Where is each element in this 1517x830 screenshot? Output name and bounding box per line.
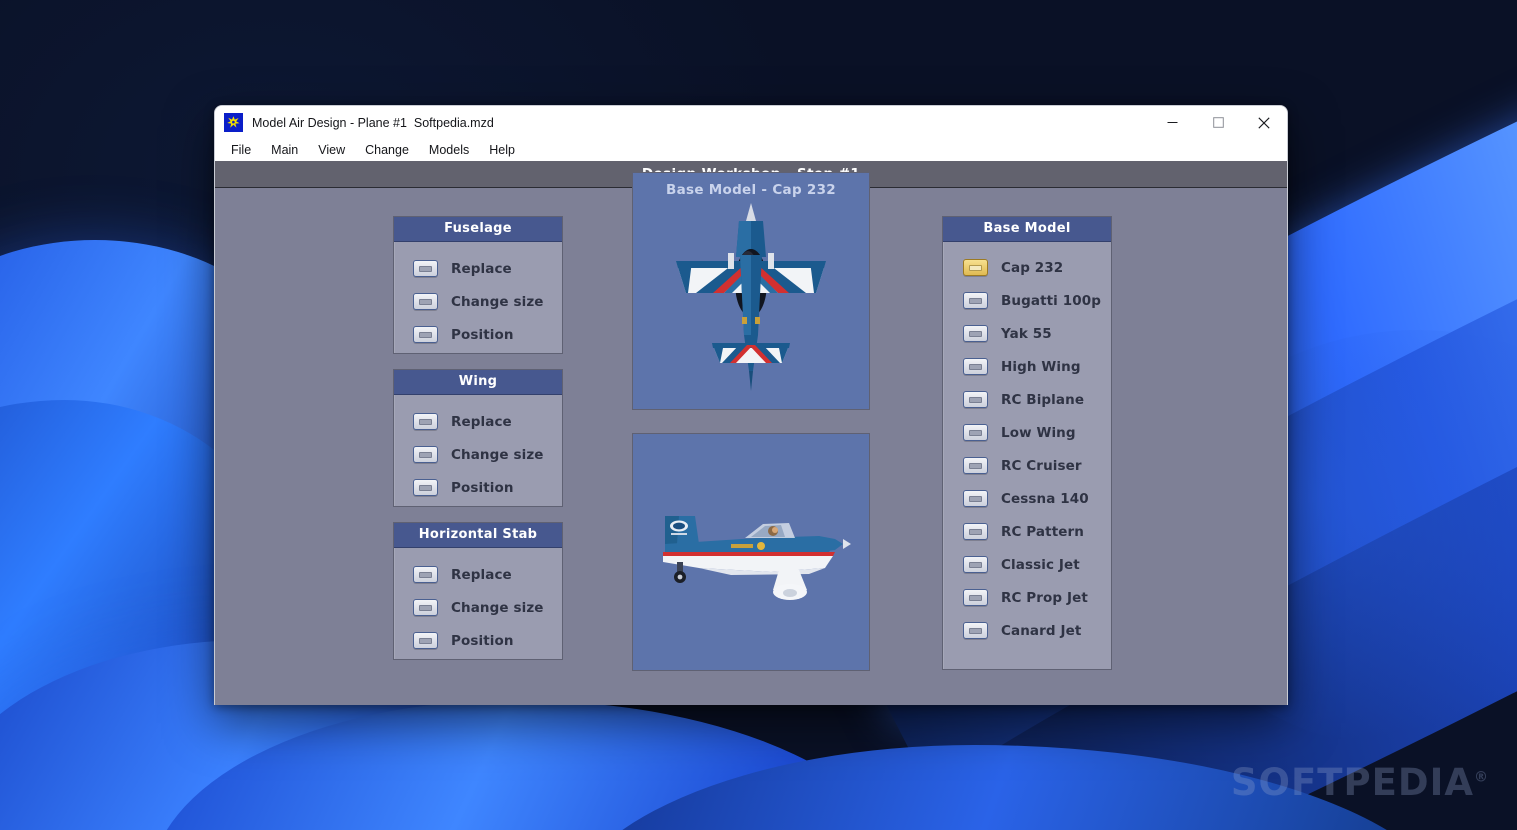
workspace: Fuselage Replace Change size Position Wi… [215, 172, 1287, 705]
option-label: Change size [451, 446, 544, 463]
list-item-label: High Wing [1001, 358, 1081, 375]
list-item-canard-jet[interactable]: Canard Jet [943, 614, 1111, 647]
fuselage-replace-row[interactable]: Replace [394, 252, 562, 285]
option-label: Change size [451, 293, 544, 310]
list-item-label: RC Biplane [1001, 391, 1085, 408]
mini-button-icon[interactable] [413, 260, 438, 277]
option-label: Replace [451, 260, 512, 277]
mini-button-icon[interactable] [413, 326, 438, 343]
airplane-icon [224, 113, 243, 132]
list-item-cap-232[interactable]: Cap 232 [943, 251, 1111, 284]
preview-top-view: Base Model - Cap 232 [632, 172, 870, 410]
mini-button-icon[interactable] [963, 391, 988, 408]
client-area: Design Workshop - Step #1 Fuselage Repla… [215, 161, 1287, 705]
fuselage-change-size-row[interactable]: Change size [394, 285, 562, 318]
mini-button-icon[interactable] [963, 457, 988, 474]
mini-button-icon[interactable] [963, 523, 988, 540]
mini-button-icon[interactable] [963, 358, 988, 375]
base-model-list-panel: Base Model Cap 232 Bugatti 100p Yak 55 H… [942, 216, 1112, 670]
application-window: Model Air Design - Plane #1 Softpedia.mz… [214, 105, 1288, 705]
base-model-list-body: Cap 232 Bugatti 100p Yak 55 High Wing RC… [943, 242, 1111, 655]
group-header-wing: Wing [394, 370, 562, 395]
menu-item-change[interactable]: Change [355, 142, 419, 159]
mini-button-icon[interactable] [963, 424, 988, 441]
list-item-cessna-140[interactable]: Cessna 140 [943, 482, 1111, 515]
mini-button-icon[interactable] [413, 293, 438, 310]
list-item-high-wing[interactable]: High Wing [943, 350, 1111, 383]
option-label: Position [451, 326, 514, 343]
list-item-rc-biplane[interactable]: RC Biplane [943, 383, 1111, 416]
fuselage-position-row[interactable]: Position [394, 318, 562, 351]
list-item-bugatti-100p[interactable]: Bugatti 100p [943, 284, 1111, 317]
mini-button-icon[interactable] [963, 556, 988, 573]
window-title: Model Air Design - Plane #1 Softpedia.mz… [252, 115, 494, 130]
wing-replace-row[interactable]: Replace [394, 405, 562, 438]
wing-position-row[interactable]: Position [394, 471, 562, 504]
title-bar: Model Air Design - Plane #1 Softpedia.mz… [215, 106, 1287, 139]
option-label: Position [451, 632, 514, 649]
plane-side-illustration [633, 434, 869, 670]
list-item-label: RC Pattern [1001, 523, 1084, 540]
hstab-change-size-row[interactable]: Change size [394, 591, 562, 624]
option-label: Change size [451, 599, 544, 616]
group-header-horizontal-stab: Horizontal Stab [394, 523, 562, 548]
option-label: Position [451, 479, 514, 496]
menu-item-help[interactable]: Help [479, 142, 525, 159]
mini-button-icon[interactable] [413, 599, 438, 616]
group-body-wing: Replace Change size Position [394, 395, 562, 514]
mini-button-icon[interactable] [963, 490, 988, 507]
menu-bar: File Main View Change Models Help [215, 139, 1287, 161]
group-panel-fuselage: Fuselage Replace Change size Position [393, 216, 563, 354]
minimize-icon[interactable] [1149, 106, 1195, 139]
group-panel-horizontal-stab: Horizontal Stab Replace Change size Posi… [393, 522, 563, 660]
mini-button-icon[interactable] [963, 589, 988, 606]
mini-button-icon[interactable] [413, 413, 438, 430]
option-label: Replace [451, 413, 512, 430]
mini-button-icon[interactable] [963, 622, 988, 639]
menu-item-view[interactable]: View [308, 142, 355, 159]
group-body-horizontal-stab: Replace Change size Position [394, 548, 562, 667]
plane-top-illustration [633, 173, 869, 409]
list-item-classic-jet[interactable]: Classic Jet [943, 548, 1111, 581]
mini-button-icon[interactable] [413, 566, 438, 583]
menu-item-file[interactable]: File [224, 142, 261, 159]
group-header-fuselage: Fuselage [394, 217, 562, 242]
hstab-position-row[interactable]: Position [394, 624, 562, 657]
mini-button-icon[interactable] [963, 259, 988, 276]
group-body-fuselage: Replace Change size Position [394, 242, 562, 361]
list-item-rc-prop-jet[interactable]: RC Prop Jet [943, 581, 1111, 614]
mini-button-icon[interactable] [413, 632, 438, 649]
group-panel-wing: Wing Replace Change size Position [393, 369, 563, 507]
close-icon[interactable] [1241, 106, 1287, 139]
wing-change-size-row[interactable]: Change size [394, 438, 562, 471]
menu-item-models[interactable]: Models [419, 142, 479, 159]
hstab-replace-row[interactable]: Replace [394, 558, 562, 591]
list-item-label: Low Wing [1001, 424, 1076, 441]
list-item-low-wing[interactable]: Low Wing [943, 416, 1111, 449]
list-item-label: Bugatti 100p [1001, 292, 1101, 309]
maximize-icon[interactable] [1195, 106, 1241, 139]
softpedia-watermark: SOFTPEDIA® [1230, 761, 1489, 804]
list-item-yak-55[interactable]: Yak 55 [943, 317, 1111, 350]
mini-button-icon[interactable] [413, 446, 438, 463]
menu-item-main[interactable]: Main [261, 142, 308, 159]
list-item-label: Yak 55 [1001, 325, 1052, 342]
list-item-label: Canard Jet [1001, 622, 1082, 639]
window-controls [1149, 106, 1287, 139]
preview-side-view [632, 433, 870, 671]
list-item-rc-cruiser[interactable]: RC Cruiser [943, 449, 1111, 482]
option-label: Replace [451, 566, 512, 583]
list-item-rc-pattern[interactable]: RC Pattern [943, 515, 1111, 548]
mini-button-icon[interactable] [963, 325, 988, 342]
list-item-label: Cap 232 [1001, 259, 1064, 276]
list-item-label: RC Prop Jet [1001, 589, 1088, 606]
mini-button-icon[interactable] [963, 292, 988, 309]
list-item-label: Cessna 140 [1001, 490, 1089, 507]
base-model-list-header: Base Model [943, 217, 1111, 242]
mini-button-icon[interactable] [413, 479, 438, 496]
list-item-label: RC Cruiser [1001, 457, 1082, 474]
list-item-label: Classic Jet [1001, 556, 1080, 573]
